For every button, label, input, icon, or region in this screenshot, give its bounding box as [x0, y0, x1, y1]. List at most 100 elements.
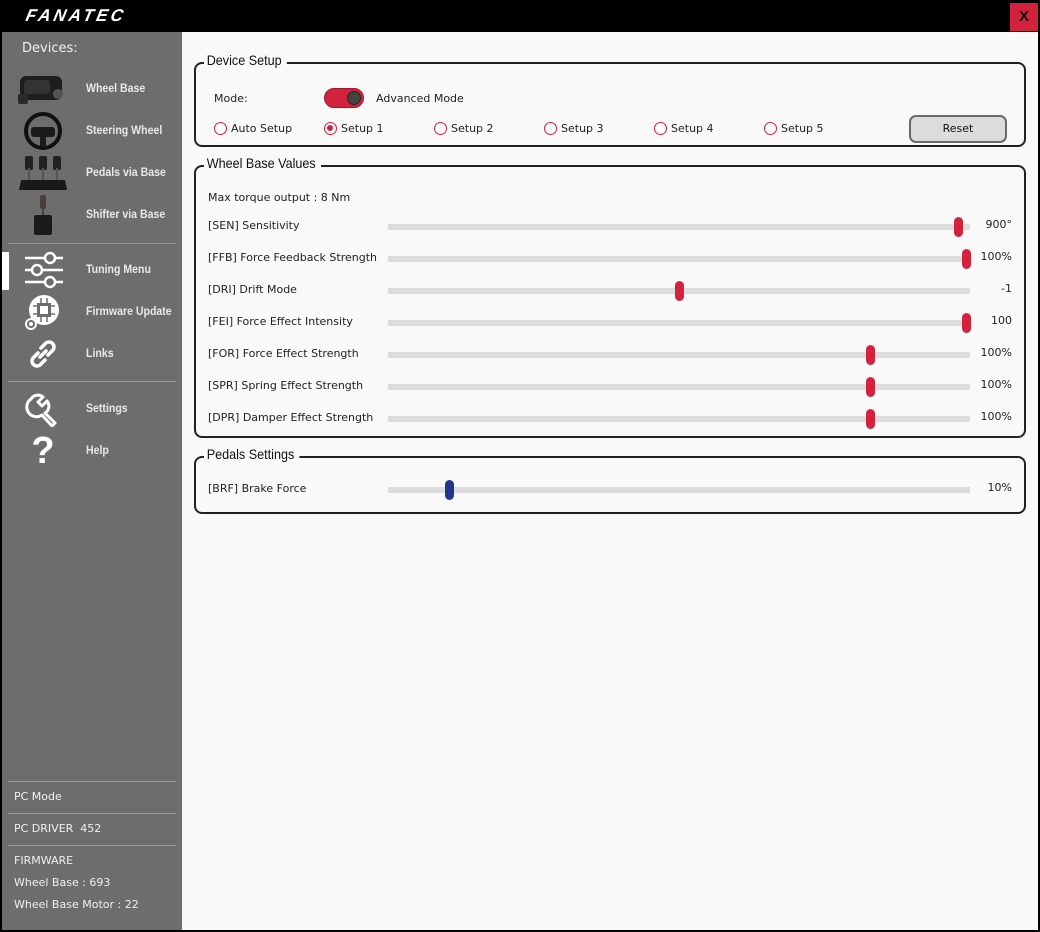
sidebar-item-help[interactable]: ? Help [2, 431, 182, 471]
radio-label: Setup 3 [561, 122, 604, 135]
sidebar: Devices: Wheel Base Steering Wheel Pedal… [2, 32, 182, 930]
slider-value: 10% [987, 481, 1012, 494]
slider-value: 900° [985, 218, 1013, 231]
slider-thumb[interactable] [954, 217, 964, 237]
slider-track[interactable] [388, 313, 971, 333]
radio-circle [434, 122, 447, 135]
link-icon [16, 334, 70, 374]
slider-track[interactable] [388, 249, 971, 269]
radio-circle [214, 122, 227, 135]
pc-driver-info: PC DRIVER 452 [14, 822, 101, 835]
radio-circle [654, 122, 667, 135]
sidebar-divider [8, 845, 176, 846]
wrench-icon [16, 389, 70, 429]
radio-label: Setup 2 [451, 122, 494, 135]
sidebar-item-tuning-menu[interactable]: Tuning Menu [2, 250, 182, 290]
sliders-icon [16, 250, 70, 290]
radio-label: Setup 1 [341, 122, 384, 135]
fanatec-app-window: FANATEC X Devices: Wheel Base Steering W… [0, 0, 1040, 932]
slider-track[interactable] [388, 409, 970, 429]
shifter-image [16, 195, 70, 235]
sidebar-item-label: Pedals via Base [86, 165, 166, 179]
slider-thumb[interactable] [865, 377, 875, 397]
sidebar-item-firmware-update[interactable]: Firmware Update [2, 292, 182, 332]
radio-circle [324, 122, 337, 135]
sidebar-divider [8, 781, 176, 782]
sidebar-divider [8, 381, 176, 382]
sidebar-item-label: Help [86, 443, 109, 457]
slider-value: 100% [980, 378, 1012, 391]
slider-track[interactable] [388, 217, 970, 237]
pc-driver-value: 452 [80, 822, 102, 835]
slider-label: [DPR] Damper Effect Strength [208, 411, 374, 424]
steering-wheel-image [16, 111, 70, 151]
wheel-base-values-title: Wheel Base Values [204, 155, 322, 171]
sidebar-item-label: Steering Wheel [86, 123, 163, 137]
question-icon: ? [31, 430, 55, 472]
title-bar: FANATEC X [0, 0, 1040, 32]
firmware-heading: FIRMWARE [14, 854, 74, 867]
radio-circle [544, 122, 557, 135]
sidebar-item-label: Tuning Menu [86, 262, 151, 276]
radio-label: Auto Setup [231, 122, 293, 135]
device-setup-title: Device Setup [204, 52, 288, 68]
sidebar-item-label: Links [86, 346, 114, 360]
sidebar-item-wheel-base[interactable]: Wheel Base [2, 69, 182, 109]
sidebar-divider [8, 813, 176, 814]
sidebar-item-label: Firmware Update [86, 304, 172, 318]
close-button[interactable]: X [1010, 3, 1038, 31]
pedals-settings-group: Pedals Settings [BRF] Brake Force 10% [194, 446, 1026, 514]
sidebar-item-label: Shifter via Base [86, 207, 166, 221]
slider-track[interactable] [388, 345, 970, 365]
slider-label: [SEN] Sensitivity [208, 219, 300, 232]
slider-thumb[interactable] [961, 249, 971, 269]
slider-value: 100% [980, 250, 1012, 263]
toggle-knob [347, 91, 361, 105]
slider-track[interactable] [388, 377, 970, 397]
slider-value: 100% [980, 410, 1012, 423]
slider-label: [FFB] Force Feedback Strength [208, 251, 378, 264]
device-setup-group: Device Setup Mode: Advanced Mode Auto Se… [194, 52, 1026, 147]
fanatec-logo: FANATEC [24, 6, 129, 25]
slider-value: -1 [1001, 282, 1012, 295]
slider-thumb[interactable] [445, 480, 455, 500]
reset-button[interactable]: Reset [909, 115, 1007, 143]
slider-label: [DRI] Drift Mode [208, 283, 297, 296]
main-content: Device Setup Mode: Advanced Mode Auto Se… [182, 32, 1038, 930]
advanced-mode-toggle[interactable] [324, 88, 364, 108]
radio-label: Setup 5 [781, 122, 824, 135]
pedals-image [16, 153, 70, 193]
slider-value: 100 [991, 314, 1012, 327]
sidebar-divider [8, 243, 176, 244]
firmware-wheel-base: Wheel Base : 693 [14, 876, 111, 889]
slider-thumb[interactable] [675, 281, 684, 301]
mode-value: Advanced Mode [376, 92, 464, 105]
sidebar-item-steering-wheel[interactable]: Steering Wheel [2, 111, 182, 151]
sidebar-item-pedals[interactable]: Pedals via Base [2, 153, 182, 193]
sidebar-item-settings[interactable]: Settings [2, 389, 182, 429]
slider-value: 100% [980, 346, 1012, 359]
slider-track[interactable] [388, 480, 970, 500]
radio-circle [764, 122, 777, 135]
slider-thumb[interactable] [961, 313, 971, 333]
max-torque-output: Max torque output : 8 Nm [208, 191, 351, 204]
pc-mode-label: PC Mode [14, 790, 62, 803]
slider-thumb[interactable] [865, 345, 875, 365]
wheel-base-values-group: Wheel Base Values Max torque output : 8 … [194, 155, 1026, 438]
mode-label: Mode: [214, 92, 248, 105]
slider-label: [BRF] Brake Force [208, 482, 307, 495]
slider-thumb[interactable] [865, 409, 875, 429]
wheel-base-image [16, 69, 70, 109]
chip-icon [16, 292, 70, 332]
radio-label: Setup 4 [671, 122, 714, 135]
slider-label: [FEI] Force Effect Intensity [208, 315, 353, 328]
slider-label: [FOR] Force Effect Strength [208, 347, 359, 360]
slider-label: [SPR] Spring Effect Strength [208, 379, 364, 392]
firmware-motor: Wheel Base Motor : 22 [14, 898, 139, 911]
devices-heading: Devices: [22, 41, 78, 56]
slider-track[interactable] [388, 281, 970, 301]
sidebar-item-shifter[interactable]: Shifter via Base [2, 195, 182, 235]
sidebar-item-links[interactable]: Links [2, 334, 182, 374]
pc-driver-label: PC DRIVER [14, 822, 74, 835]
pedals-settings-title: Pedals Settings [204, 446, 300, 462]
